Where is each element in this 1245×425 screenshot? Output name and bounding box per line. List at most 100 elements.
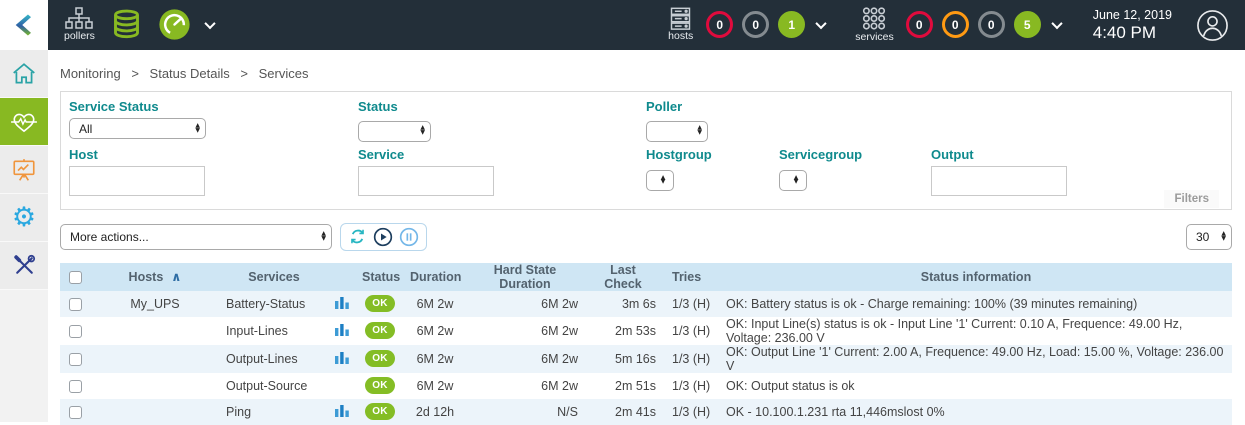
graph-cell[interactable] (328, 291, 356, 317)
last-check-cell: 2m 51s (584, 373, 662, 399)
column-header-hosts[interactable]: Hosts∧ (90, 263, 220, 291)
service-status-filter-label: Service Status (69, 99, 358, 114)
service-name[interactable]: Ping (220, 399, 328, 425)
service-filter-input[interactable] (358, 166, 494, 196)
services-critical-counter[interactable]: 0 (906, 11, 933, 38)
sidebar: ⚙ (0, 50, 48, 422)
sidebar-item-home[interactable] (0, 50, 48, 98)
service-name[interactable]: Output-Lines (220, 345, 328, 373)
service-row[interactable]: Input-Lines OK 6M 2w 6M 2w 2m 53s 1/3 (H… (60, 317, 1232, 345)
status-select[interactable]: ▲▼ (358, 121, 431, 142)
status-badge: OK (365, 322, 395, 339)
user-profile-button[interactable] (1196, 9, 1229, 42)
host-name[interactable] (90, 345, 220, 373)
graph-icon (335, 351, 349, 364)
sidebar-item-configuration[interactable]: ⚙ (0, 194, 48, 242)
select-arrows-icon: ▲▼ (697, 126, 702, 135)
breadcrumb-monitoring[interactable]: Monitoring (60, 66, 121, 81)
services-warning-counter[interactable]: 0 (942, 11, 969, 38)
column-header-hard-state-duration[interactable]: Hard State Duration (466, 263, 584, 291)
row-checkbox[interactable] (69, 380, 82, 393)
column-header-status-information[interactable]: Status information (720, 263, 1232, 291)
host-name[interactable] (90, 399, 220, 425)
sort-asc-icon[interactable]: ∧ (171, 269, 181, 284)
row-checkbox[interactable] (69, 353, 82, 366)
service-name[interactable]: Battery-Status (220, 291, 328, 317)
hosts-menu[interactable]: hosts (667, 7, 694, 43)
service-row[interactable]: Ping OK 2d 12h N/S 2m 41s 1/3 (H) OK - 1… (60, 399, 1232, 425)
services-pending-counter[interactable]: 0 (978, 11, 1005, 38)
service-table-body: My_UPS Battery-Status OK 6M 2w 6M 2w 3m … (60, 291, 1232, 425)
play-icon (373, 227, 393, 247)
centreon-logo[interactable] (0, 0, 48, 50)
hosts-chevron-down-icon[interactable] (816, 18, 827, 29)
select-value: All (79, 122, 92, 136)
hosts-counters: 0 0 1 (706, 11, 805, 38)
graph-cell[interactable] (328, 373, 356, 399)
refresh-icon (348, 227, 367, 246)
row-checkbox[interactable] (69, 325, 82, 338)
hostgroup-filter-label: Hostgroup (646, 147, 779, 162)
service-row[interactable]: Output-Lines OK 6M 2w 6M 2w 5m 16s 1/3 (… (60, 345, 1232, 373)
filters-tab[interactable]: Filters (1164, 190, 1219, 208)
pollers-icon (65, 7, 93, 31)
breadcrumb-status-details[interactable]: Status Details (150, 66, 230, 81)
column-header-duration[interactable]: Duration (404, 263, 466, 291)
pause-refresh-button[interactable] (399, 227, 419, 247)
more-actions-select[interactable]: More actions... ▲▼ (60, 224, 332, 250)
hosts-icon (667, 7, 694, 31)
service-status-select[interactable]: All ▲▼ (69, 118, 206, 139)
service-row[interactable]: Output-Source OK 6M 2w 6M 2w 2m 51s 1/3 … (60, 373, 1232, 399)
services-menu[interactable]: services (855, 6, 894, 44)
poller-select[interactable]: ▲▼ (646, 121, 708, 142)
sidebar-item-reporting[interactable] (0, 146, 48, 194)
select-arrows-icon: ▲▼ (420, 126, 425, 135)
hostgroup-select[interactable]: ▲▼ (646, 170, 674, 191)
output-filter-input[interactable] (931, 166, 1067, 196)
column-header-tries[interactable]: Tries (662, 263, 720, 291)
select-arrows-icon: ▲▼ (195, 124, 200, 133)
refresh-button[interactable] (348, 227, 367, 246)
host-name[interactable] (90, 373, 220, 399)
sidebar-item-monitoring[interactable] (0, 98, 48, 146)
servicegroup-select[interactable]: ▲▼ (779, 170, 807, 191)
column-header-services[interactable]: Services (220, 263, 328, 291)
services-chevron-down-icon[interactable] (1051, 18, 1062, 29)
status-information-cell: OK - 10.100.1.231 rta 11,446mslost 0% (720, 399, 1232, 425)
poller-latency-icon[interactable] (158, 8, 191, 41)
row-checkbox[interactable] (69, 406, 82, 419)
status-badge: OK (365, 295, 395, 312)
last-check-cell: 3m 6s (584, 291, 662, 317)
row-checkbox[interactable] (69, 298, 82, 311)
services-counters: 0 0 0 5 (906, 11, 1041, 38)
topbar-content: pollers (48, 0, 1245, 50)
hosts-critical-counter[interactable]: 0 (706, 11, 733, 38)
status-information-cell: OK: Output Line '1' Current: 2.00 A, Fre… (720, 345, 1232, 373)
page-size-select[interactable]: 30 ▲▼ (1186, 224, 1232, 250)
select-arrows-icon: ▲▼ (321, 232, 326, 241)
pollers-menu[interactable]: pollers (64, 7, 95, 43)
service-name[interactable]: Input-Lines (220, 317, 328, 345)
host-name[interactable]: My_UPS (90, 291, 220, 317)
graph-cell[interactable] (328, 317, 356, 345)
play-refresh-button[interactable] (373, 227, 393, 247)
host-name[interactable] (90, 317, 220, 345)
poller-database-icon[interactable] (110, 8, 143, 41)
column-header-status[interactable]: Status (356, 263, 404, 291)
hosts-pending-counter[interactable]: 0 (742, 11, 769, 38)
select-all-checkbox[interactable] (69, 271, 82, 284)
graph-cell[interactable] (328, 345, 356, 373)
breadcrumb-services[interactable]: Services (259, 66, 309, 81)
pollers-chevron-down-icon[interactable] (204, 18, 215, 29)
host-filter-input[interactable] (69, 166, 205, 196)
sidebar-item-administration[interactable] (0, 242, 48, 290)
hosts-ok-counter[interactable]: 1 (778, 11, 805, 38)
service-filter-label: Service (358, 147, 646, 162)
column-header-last-check[interactable]: Last Check (584, 263, 662, 291)
service-row[interactable]: My_UPS Battery-Status OK 6M 2w 6M 2w 3m … (60, 291, 1232, 317)
service-name[interactable]: Output-Source (220, 373, 328, 399)
services-ok-counter[interactable]: 5 (1014, 11, 1041, 38)
services-status-block: services 0 0 0 5 (855, 6, 1061, 44)
centreon-logo-icon (10, 11, 38, 39)
graph-cell[interactable] (328, 399, 356, 425)
